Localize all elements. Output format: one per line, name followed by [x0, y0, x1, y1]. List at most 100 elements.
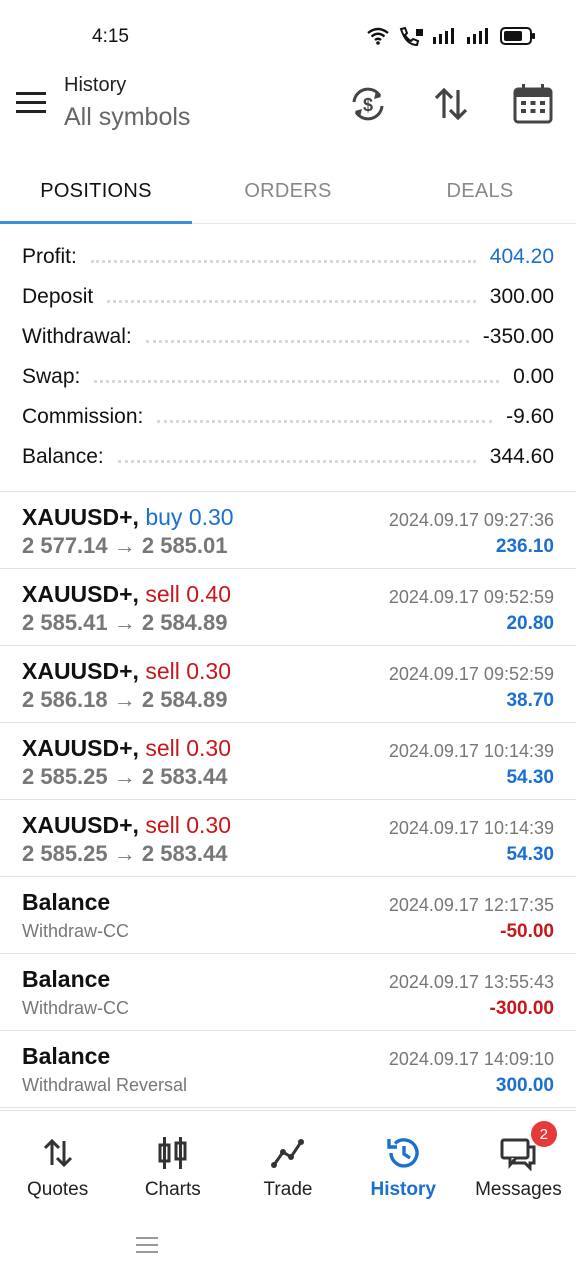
position-profit: 236.10 [495, 536, 554, 557]
summary-row-withdrawal: Withdrawal: -350.00 [0, 317, 576, 357]
position-prices: 2 585.41 → 2 584.89 [22, 610, 228, 635]
summary-row-commission: Commission: -9.60 [0, 397, 576, 437]
nav-history[interactable]: History [346, 1111, 461, 1220]
nav-charts[interactable]: Charts [115, 1111, 230, 1220]
symbol-text: XAUUSD+, [22, 735, 139, 761]
menu-icon[interactable] [16, 90, 48, 116]
balance-comment: Withdraw-CC [22, 921, 130, 941]
nav-trade[interactable]: Trade [230, 1111, 345, 1220]
dot-leader [94, 379, 500, 383]
position-row[interactable]: XAUUSD+, sell 0.30 2 586.18 → 2 584.89 2… [0, 646, 576, 723]
nav-label: Messages [475, 1179, 562, 1200]
currency-refresh-icon: $ [352, 87, 384, 121]
position-row[interactable]: XAUUSD+, sell 0.30 2 585.25 → 2 583.44 2… [0, 723, 576, 800]
summary-value: 344.60 [489, 445, 554, 468]
symbol-filter[interactable]: All symbols [64, 103, 190, 132]
candlestick-icon [158, 1137, 187, 1169]
position-symbol: XAUUSD+, buy 0.30 [22, 504, 234, 531]
nav-label: Trade [263, 1179, 313, 1200]
balance-title: Balance [22, 889, 111, 915]
calendar-icon [513, 84, 553, 124]
dot-leader [117, 459, 476, 463]
history-clock-icon [387, 1138, 419, 1168]
balance-time: 2024.09.17 13:55:43 [388, 972, 554, 992]
summary-row-balance: Balance: 344.60 [0, 437, 576, 477]
position-prices: 2 586.18 → 2 584.89 [22, 687, 228, 712]
dot-leader [107, 299, 476, 303]
position-side: sell 0.30 [145, 658, 232, 684]
calendar-button[interactable] [511, 82, 555, 126]
wifi-call-icon [399, 26, 423, 46]
position-time: 2024.09.17 10:14:39 [388, 818, 554, 838]
messages-icon [500, 1138, 536, 1171]
position-profit: 54.30 [506, 767, 554, 788]
nav-messages[interactable]: Messages 2 [461, 1111, 576, 1220]
header-titles[interactable]: History All symbols [64, 74, 190, 132]
position-profit: 38.70 [506, 690, 554, 711]
trade-line-icon [271, 1139, 304, 1168]
summary-row-profit: Profit: 404.20 [0, 237, 576, 277]
balance-comment: Withdrawal Reversal [22, 1075, 188, 1095]
position-time: 2024.09.17 09:52:59 [388, 587, 554, 607]
balance-amount: -50.00 [500, 921, 554, 942]
summary-label: Balance: [22, 445, 104, 468]
balance-row[interactable]: Balance Withdraw-CC 2024.09.17 13:55:43 … [0, 954, 576, 1031]
dot-leader [145, 339, 469, 343]
tab-deals[interactable]: DEALS [384, 160, 576, 223]
position-time: 2024.09.17 09:52:59 [388, 664, 554, 684]
balance-title: Balance [22, 1043, 111, 1069]
signal-icon-1 [433, 28, 454, 44]
nav-label: Quotes [26, 1179, 89, 1200]
symbol-text: XAUUSD+, [22, 812, 139, 838]
history-tabs: POSITIONS ORDERS DEALS [0, 160, 576, 224]
balance-amount: -300.00 [489, 998, 554, 1019]
tab-positions[interactable]: POSITIONS [0, 160, 192, 224]
position-side: sell 0.30 [145, 812, 232, 838]
quotes-icon [43, 1138, 72, 1168]
summary-label: Commission: [22, 405, 144, 428]
summary-label: Deposit [22, 285, 94, 308]
summary-row-swap: Swap: 0.00 [0, 357, 576, 397]
dot-leader [90, 259, 476, 263]
position-symbol: XAUUSD+, sell 0.30 [22, 812, 231, 839]
summary-label: Profit: [22, 245, 77, 268]
page-title: History [64, 74, 127, 96]
position-side: buy 0.30 [145, 504, 234, 530]
symbol-text: XAUUSD+, [22, 581, 139, 607]
summary-row-deposit: Deposit 300.00 [0, 277, 576, 317]
position-prices: 2 585.25 → 2 583.44 [22, 764, 228, 789]
summary-value: 0.00 [513, 365, 554, 388]
sort-button[interactable] [429, 82, 473, 126]
tab-orders[interactable]: ORDERS [192, 160, 384, 223]
sort-icon [434, 87, 468, 121]
position-row[interactable]: XAUUSD+, buy 0.30 2 577.14 → 2 585.01 20… [0, 492, 576, 569]
summary-value: 404.20 [489, 245, 554, 268]
signal-icon-2 [467, 28, 488, 44]
position-row[interactable]: XAUUSD+, sell 0.40 2 585.41 → 2 584.89 2… [0, 569, 576, 646]
position-prices: 2 585.25 → 2 583.44 [22, 841, 228, 866]
bottom-nav: Quotes Charts Trade History Messages 2 [0, 1110, 576, 1220]
currency-refresh-button[interactable]: $ [346, 82, 390, 126]
summary-value: -350.00 [482, 325, 554, 348]
balance-amount: 300.00 [495, 1075, 554, 1096]
balance-comment: Withdraw-CC [22, 998, 130, 1018]
position-symbol: XAUUSD+, sell 0.40 [22, 581, 231, 608]
balance-time: 2024.09.17 12:17:35 [388, 895, 554, 915]
balance-row[interactable]: Balance Withdraw-CC 2024.09.17 12:17:35 … [0, 877, 576, 954]
position-row[interactable]: XAUUSD+, sell 0.30 2 585.25 → 2 583.44 2… [0, 800, 576, 877]
svg-text:$: $ [363, 95, 373, 115]
position-side: sell 0.40 [145, 581, 232, 607]
balance-time: 2024.09.17 14:09:10 [388, 1049, 554, 1069]
symbol-text: XAUUSD+, [22, 658, 139, 684]
summary-value: -9.60 [506, 405, 554, 428]
summary-value: 300.00 [489, 285, 554, 308]
app-header: History All symbols $ [0, 70, 576, 146]
position-prices: 2 577.14 → 2 585.01 [22, 533, 228, 558]
position-symbol: XAUUSD+, sell 0.30 [22, 658, 231, 685]
balance-row[interactable]: Balance Withdrawal Reversal 2024.09.17 1… [0, 1031, 576, 1108]
nav-quotes[interactable]: Quotes [0, 1111, 115, 1220]
position-profit: 20.80 [506, 613, 554, 634]
position-side: sell 0.30 [145, 735, 232, 761]
system-menu-icon[interactable] [136, 1234, 158, 1256]
symbol-text: XAUUSD+, [22, 504, 139, 530]
